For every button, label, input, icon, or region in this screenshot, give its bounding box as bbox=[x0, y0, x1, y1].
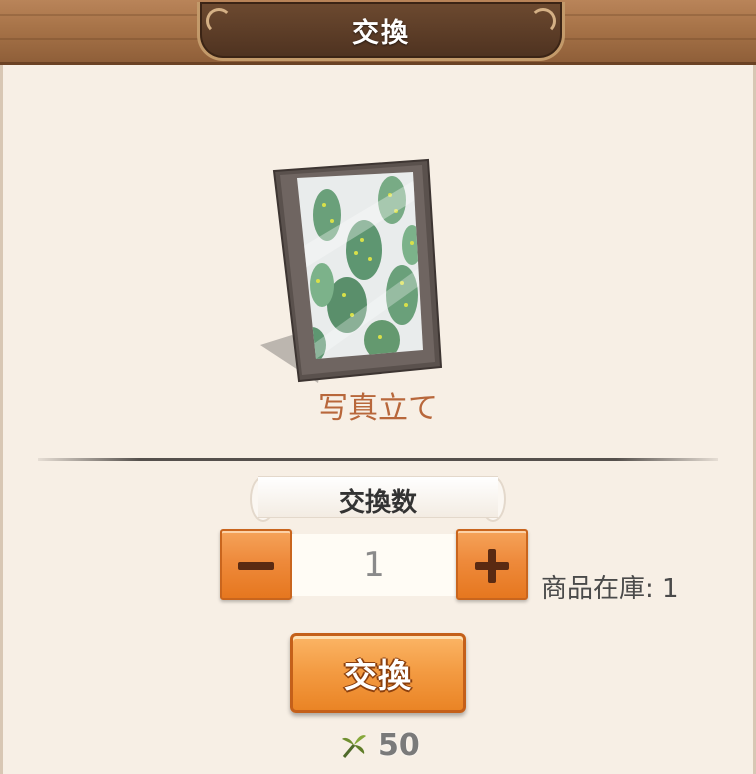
increase-quantity-button[interactable] bbox=[456, 529, 528, 600]
photo-frame-image bbox=[260, 158, 443, 383]
quantity-label-banner: 交換数 bbox=[250, 476, 506, 522]
quantity-input[interactable] bbox=[292, 534, 456, 596]
header-bar: 交換 bbox=[0, 0, 756, 65]
stock-count: 商品在庫: 1 bbox=[541, 574, 679, 604]
cost-amount: 50 bbox=[378, 727, 420, 763]
exchange-button-label: 交換 bbox=[344, 656, 412, 695]
quantity-label: 交換数 bbox=[338, 488, 417, 518]
ornament-right-icon bbox=[530, 8, 556, 34]
divider bbox=[38, 458, 718, 461]
ornament-left-icon bbox=[206, 8, 232, 34]
plus-icon-vertical bbox=[488, 549, 496, 583]
page-title: 交換 bbox=[352, 17, 410, 49]
title-plaque: 交換 bbox=[197, 2, 565, 61]
decrease-quantity-button[interactable] bbox=[220, 529, 292, 600]
minus-icon bbox=[238, 562, 274, 570]
leaf-currency-icon bbox=[342, 735, 366, 758]
exchange-button[interactable]: 交換 bbox=[290, 633, 466, 713]
item-name: 写真立て bbox=[318, 391, 438, 426]
cost-display: 50 bbox=[340, 727, 420, 763]
